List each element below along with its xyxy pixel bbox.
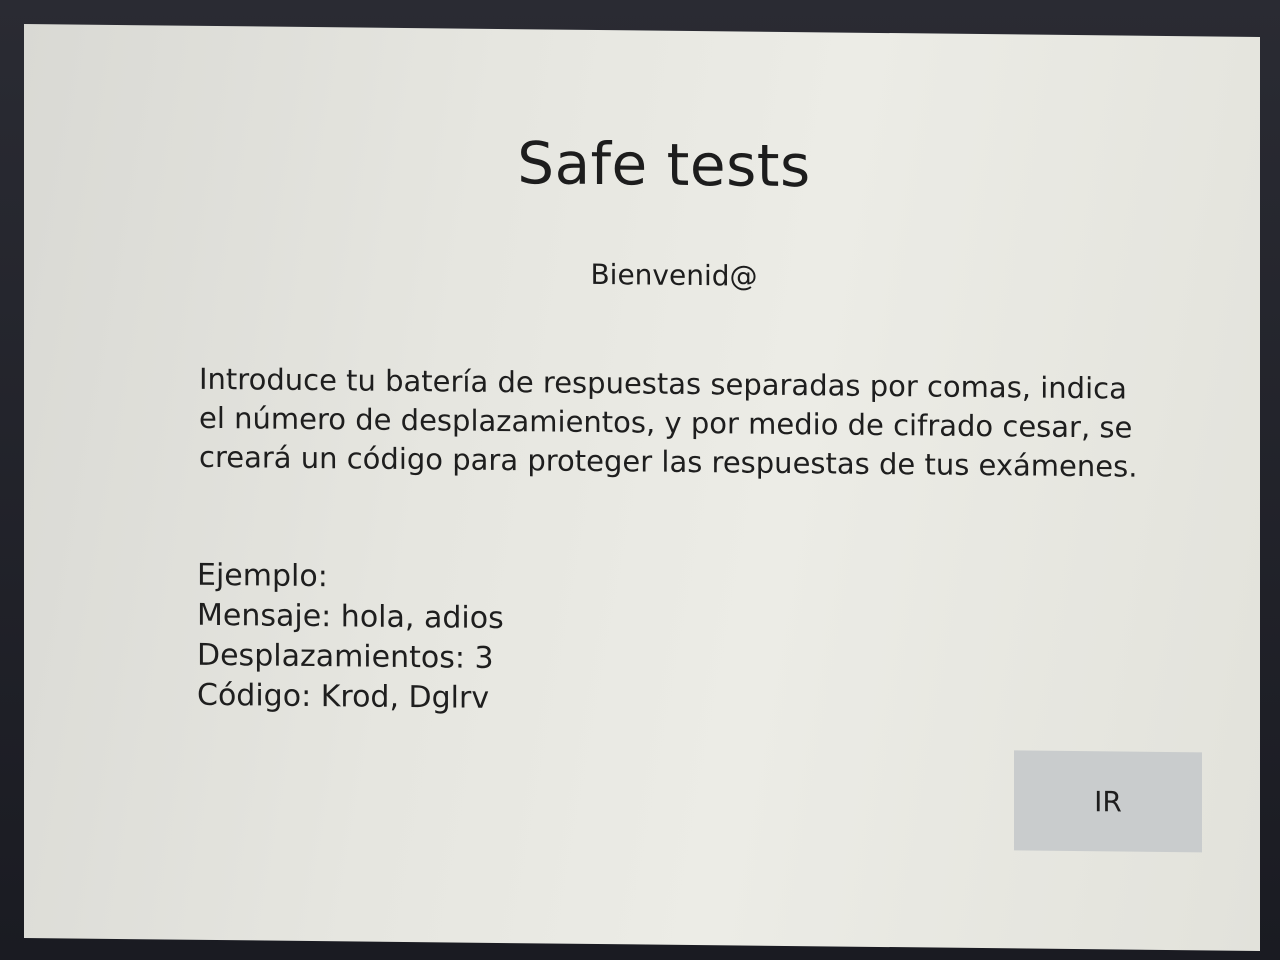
example-shifts: Desplazamientos: 3 [197, 637, 494, 676]
app-title: Safe tests [517, 129, 811, 201]
example-code: Código: Krod, Dglrv [197, 677, 490, 716]
app-window: Safe tests Bienvenid@ Introduce tu bater… [24, 24, 1260, 951]
instructions-text: Introduce tu batería de respuestas separ… [199, 361, 1138, 484]
welcome-text: Bienvenid@ [590, 257, 758, 293]
example-heading: Ejemplo: [197, 557, 328, 595]
example-message: Mensaje: hola, adios [197, 597, 504, 637]
go-button[interactable]: IR [1014, 750, 1202, 853]
example-block: Ejemplo: Mensaje: hola, adios Desplazami… [197, 556, 504, 719]
